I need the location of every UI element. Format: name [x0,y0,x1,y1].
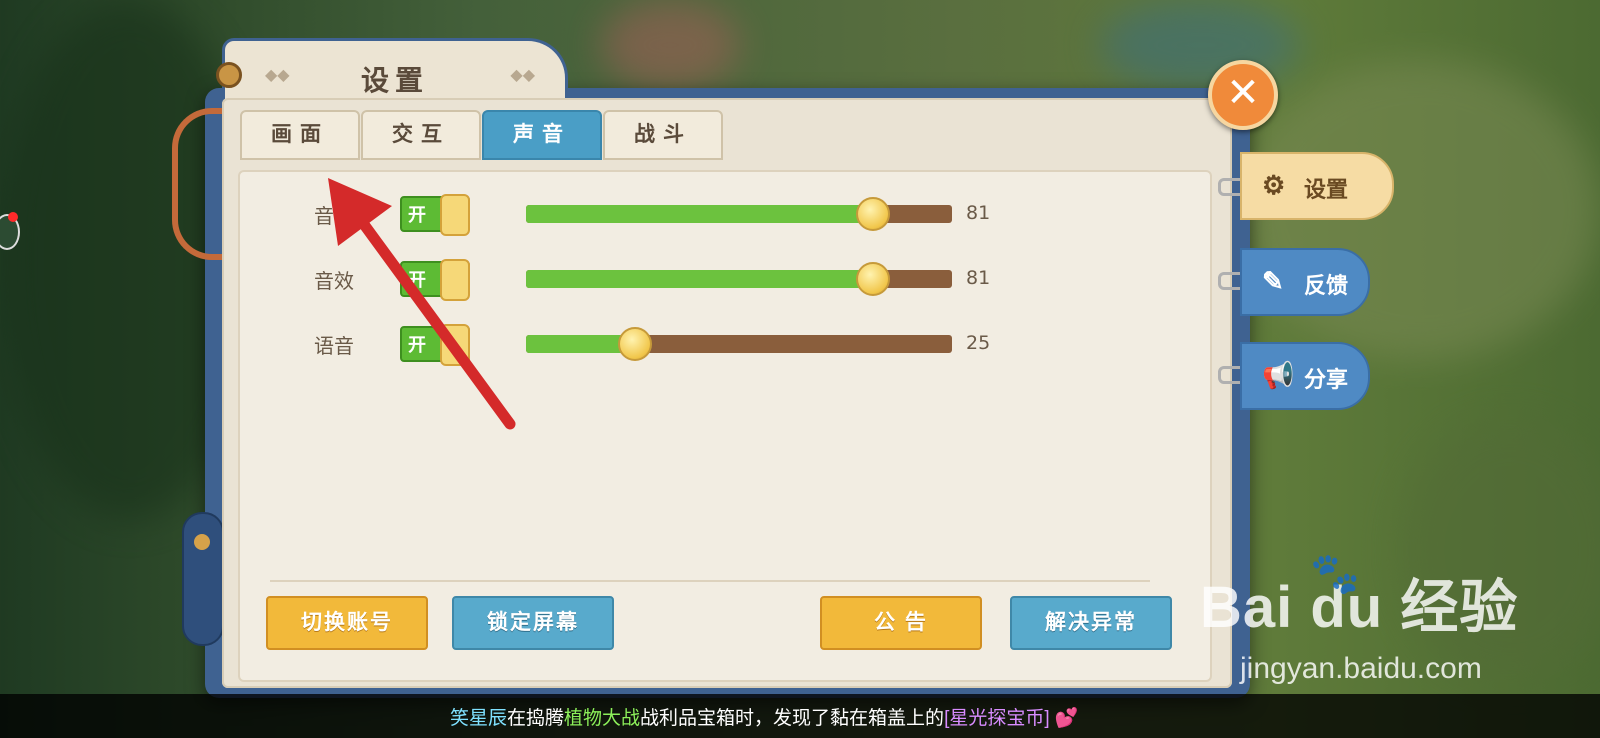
paw-icon: 🐾 [1310,552,1360,596]
ticker-message: 笑星辰在捣腾植物大战战利品宝箱时，发现了黏在箱盖上的[星光探宝币] 💕 [450,703,1079,730]
watermark: Bai du 经验 🐾 jingyan.baidu.com [1200,552,1518,685]
watermark-site: jingyan.baidu.com [1240,652,1482,685]
ticker-text-1: 在捣腾 [507,708,565,729]
emoji-icon: 💕 [1054,708,1079,729]
ticker-event: 植物大战 [564,708,641,729]
ticker-player-name[interactable]: 笑星辰 [450,708,507,729]
ticker-text-2: 战利品宝箱时，发现了黏在箱盖上的 [640,708,945,729]
ticker-item[interactable]: [星光探宝币] [944,708,1050,729]
broadcast-ticker: 笑星辰在捣腾植物大战战利品宝箱时，发现了黏在箱盖上的[星光探宝币] 💕 [0,694,1600,738]
